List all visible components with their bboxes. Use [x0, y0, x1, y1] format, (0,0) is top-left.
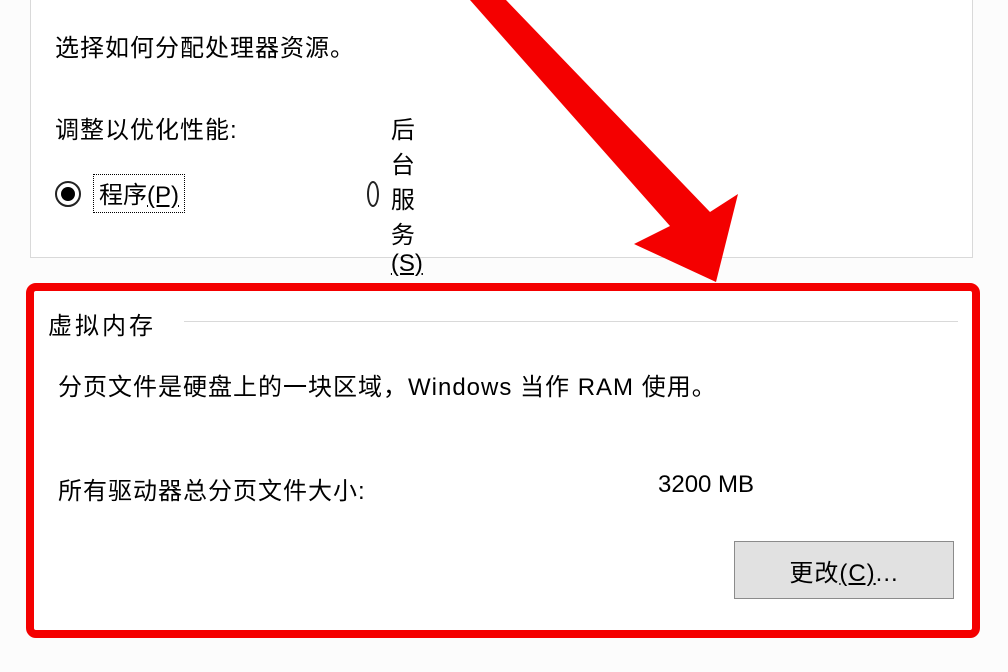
change-button[interactable]: 更改(C)...	[734, 541, 954, 599]
processor-scheduling-group: 选择如何分配处理器资源。 调整以优化性能: 程序(P) 后台服务(S)	[30, 0, 973, 258]
radio-programs-accel: (P)	[147, 182, 179, 209]
radio-programs-label: 程序	[99, 182, 147, 209]
change-button-suffix: ...	[876, 560, 899, 587]
radio-circle-icon	[367, 181, 379, 207]
radio-circle-icon	[55, 181, 81, 207]
paging-file-size-row: 所有驱动器总分页文件大小: 3200 MB	[58, 471, 948, 506]
radio-programs-label-focus: 程序(P)	[93, 174, 185, 213]
radio-background-services[interactable]: 后台服务(S)	[367, 110, 437, 278]
radio-background-accel: (S)	[391, 250, 423, 277]
virtual-memory-legend: 虚拟内存	[44, 306, 164, 341]
radio-background-label-wrap: 后台服务(S)	[391, 110, 437, 278]
paging-file-size-label: 所有驱动器总分页文件大小:	[58, 471, 366, 506]
change-button-accel: (C)	[839, 560, 875, 587]
virtual-memory-description: 分页文件是硬盘上的一块区域，Windows 当作 RAM 使用。	[58, 367, 717, 402]
groupbox-rule-icon	[184, 321, 958, 322]
radio-background-label: 后台服务	[391, 117, 415, 249]
scheduling-description: 选择如何分配处理器资源。	[55, 28, 355, 63]
radio-programs[interactable]: 程序(P)	[55, 174, 185, 213]
scheduling-radio-row: 程序(P) 后台服务(S)	[55, 174, 185, 213]
radio-dot-icon	[61, 187, 75, 201]
change-button-prefix: 更改	[789, 560, 839, 587]
virtual-memory-group: 虚拟内存 分页文件是硬盘上的一块区域，Windows 当作 RAM 使用。 所有…	[26, 283, 980, 638]
paging-file-size-value: 3200 MB	[658, 471, 754, 499]
adjust-for-label: 调整以优化性能:	[55, 110, 238, 145]
